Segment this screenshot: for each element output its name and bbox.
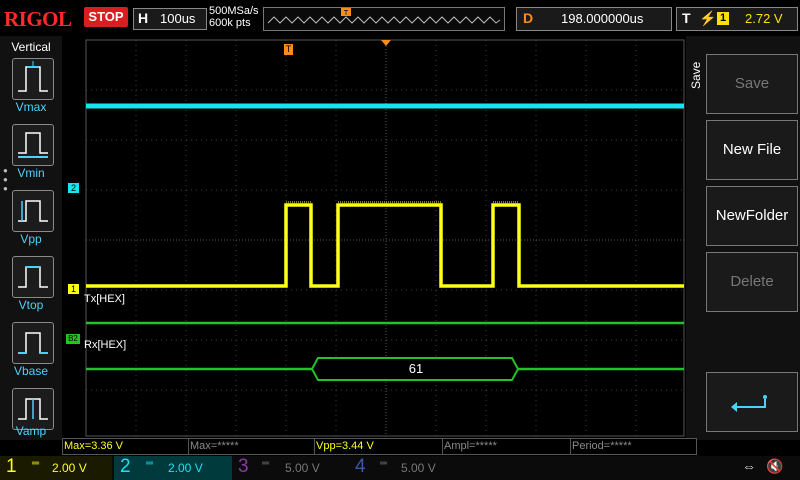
acquisition-info: 500MSa/s 600k pts bbox=[209, 5, 259, 29]
delay-box[interactable]: D 198.000000us bbox=[516, 7, 672, 31]
vmax-icon bbox=[18, 61, 48, 92]
ch4-scale: 5.00 V bbox=[401, 461, 436, 475]
vtop-label: Vtop bbox=[18, 298, 44, 312]
vpp-button[interactable] bbox=[12, 190, 54, 232]
memory-overview-wave: T bbox=[267, 8, 501, 24]
new-file-button[interactable]: New File bbox=[706, 120, 798, 180]
delay-label: D bbox=[523, 10, 534, 26]
ch1-number: 1 bbox=[6, 456, 17, 477]
ch2-offset-marker[interactable]: 2 bbox=[68, 183, 79, 193]
save-button[interactable]: Save bbox=[706, 54, 798, 114]
memory-depth: 600k pts bbox=[209, 17, 251, 29]
ch2-scale: 2.00 V bbox=[168, 461, 203, 475]
dc-coupling-icon: ═ bbox=[262, 458, 270, 469]
run-stop-indicator[interactable]: STOP bbox=[84, 7, 128, 27]
trigger-box[interactable]: T ⚡ 1 2.72 V bbox=[676, 7, 798, 31]
ch1-scale: 2.00 V bbox=[52, 461, 87, 475]
tx-decode-label: Tx[HEX] bbox=[84, 293, 125, 305]
vtop-button[interactable] bbox=[12, 256, 54, 298]
vbase-label: Vbase bbox=[13, 364, 49, 378]
measurement-item[interactable]: Ampl=***** bbox=[442, 438, 571, 455]
trigger-label: T bbox=[682, 10, 691, 26]
waveform-display[interactable] bbox=[62, 36, 686, 438]
ch2-number: 2 bbox=[120, 456, 131, 477]
horizontal-label: H bbox=[138, 10, 149, 26]
back-button[interactable] bbox=[706, 372, 798, 432]
vmin-button[interactable] bbox=[12, 124, 54, 166]
waveform-svg bbox=[85, 39, 685, 437]
measurement-item[interactable]: Max=***** bbox=[188, 438, 315, 455]
memory-overview-bar[interactable]: T bbox=[263, 7, 505, 31]
vpp-icon bbox=[18, 200, 48, 222]
measurement-item[interactable]: Period=***** bbox=[570, 438, 697, 455]
trigger-marker[interactable]: T bbox=[284, 44, 293, 55]
vbase-button[interactable] bbox=[12, 322, 54, 364]
measurement-item[interactable]: Max=3.36 V bbox=[62, 438, 189, 455]
usb-icon: ⇔ bbox=[742, 458, 756, 474]
ch3-scale: 5.00 V bbox=[285, 461, 320, 475]
delay-value: 198.000000us bbox=[561, 11, 644, 26]
measurement-item[interactable]: Vpp=3.44 V bbox=[314, 438, 443, 455]
dc-coupling-icon: ═ bbox=[32, 458, 40, 469]
rx-decode-value: 61 bbox=[408, 361, 424, 376]
vmax-button[interactable] bbox=[12, 58, 54, 100]
dc-coupling-icon: ═ bbox=[380, 458, 388, 469]
vamp-icon bbox=[18, 398, 48, 420]
ch4-number[interactable]: 4 bbox=[355, 456, 366, 478]
return-arrow-icon bbox=[731, 395, 767, 412]
vmin-label: Vmin bbox=[17, 166, 45, 180]
timebase-box[interactable]: H 100us bbox=[133, 8, 207, 30]
delete-button[interactable]: Delete bbox=[706, 252, 798, 312]
new-folder-button[interactable]: NewFolder bbox=[706, 186, 798, 246]
vamp-label: Vamp bbox=[15, 424, 47, 438]
timebase-value: 100us bbox=[160, 11, 196, 26]
rising-edge-icon: ⚡ bbox=[699, 10, 717, 26]
brand-logo: RIGOL bbox=[4, 7, 72, 31]
bus2-marker[interactable]: B2 bbox=[66, 334, 80, 344]
sample-rate: 500MSa/s bbox=[209, 5, 259, 17]
ch1-trace bbox=[86, 203, 684, 288]
panel-title: Vertical bbox=[11, 40, 51, 54]
ch1-offset-marker[interactable]: 1 bbox=[68, 284, 79, 294]
menu-section-label: Save bbox=[689, 61, 703, 89]
ch3-number[interactable]: 3 bbox=[238, 456, 249, 478]
vmin-icon bbox=[18, 132, 48, 158]
vbase-icon bbox=[18, 332, 48, 354]
vtop-icon bbox=[18, 266, 48, 288]
dc-coupling-icon: ═ bbox=[146, 458, 154, 469]
measurement-bar: Max=3.36 V Max=***** Vpp=3.44 V Ampl=***… bbox=[62, 438, 698, 455]
speaker-muted-icon[interactable]: 🔇 bbox=[766, 458, 783, 475]
svg-text:T: T bbox=[344, 10, 349, 17]
trigger-level: 2.72 V bbox=[745, 11, 783, 26]
vmax-label: Vmax bbox=[15, 100, 47, 114]
rx-decode-label: Rx[HEX] bbox=[84, 339, 127, 351]
trigger-source: 1 bbox=[717, 12, 729, 25]
vpp-label: Vpp bbox=[20, 232, 42, 246]
